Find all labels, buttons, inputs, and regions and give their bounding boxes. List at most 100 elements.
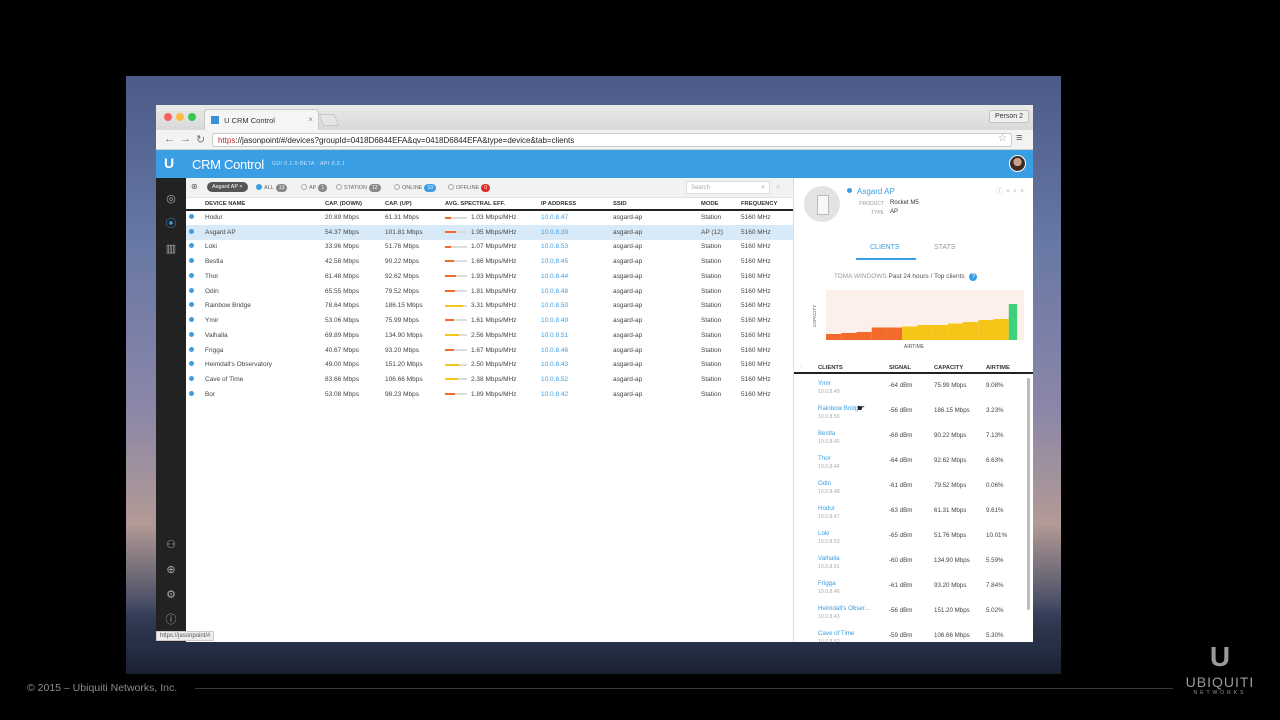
client-row[interactable]: Cave of Time 10.0.8.52 -59 dBm 106.66 Mbps 5… xyxy=(794,627,1033,642)
client-row[interactable]: Heimdall's Obser... 10.0.8.43 -56 dBm 151.2… xyxy=(794,602,1033,627)
table-row[interactable]: Thor 61.48 Mbps 92.62 Mbps 1.93 Mbps/MHz 10.… xyxy=(186,269,793,284)
tab-stats[interactable]: STATS xyxy=(934,244,956,251)
cell-ip-address[interactable]: 10.0.8.53 xyxy=(538,240,610,255)
table-row[interactable]: Odin 65.55 Mbps 79.52 Mbps 1.81 Mbps/MHz 10.… xyxy=(186,284,793,299)
search-clear-icon[interactable]: ⌕ xyxy=(776,182,780,192)
device-filter-chip[interactable]: Asgard AP × xyxy=(207,182,248,192)
client-row[interactable]: Valhalla 10.0.8.51 -60 dBm 134.90 Mbps 5.59% xyxy=(794,552,1033,577)
client-name[interactable]: Frigga xyxy=(818,580,836,587)
col-ssid[interactable]: SSID xyxy=(610,198,698,211)
crosshair-icon[interactable]: ⊕ xyxy=(164,563,178,577)
chart-bar[interactable] xyxy=(993,319,1009,340)
info-icon[interactable]: ⓘ xyxy=(996,188,1006,195)
filter-all[interactable]: ALL 13 xyxy=(256,184,288,192)
col-airtime[interactable]: AIRTIME xyxy=(986,365,1010,371)
search-icon[interactable]: ⌕ xyxy=(1013,188,1020,195)
client-name[interactable]: Hodur xyxy=(818,505,835,512)
location-icon[interactable]: ⌖ xyxy=(1006,188,1013,195)
client-row[interactable]: Bestla 10.0.8.45 -68 dBm 90.22 Mbps 7.13% xyxy=(794,427,1033,452)
client-row[interactable]: Rainbow Bridge 10.0.8.50 -56 dBm 186.15 Mbp… xyxy=(794,402,1033,427)
col-mode[interactable]: MODE xyxy=(698,198,738,211)
client-name[interactable]: Ymir xyxy=(818,380,831,387)
client-name[interactable]: Cave of Time xyxy=(818,630,854,637)
clients-scrollbar[interactable] xyxy=(1027,378,1030,610)
sort-icon[interactable]: ↑ xyxy=(800,365,803,371)
maximize-window-icon[interactable] xyxy=(188,113,196,121)
users-icon[interactable]: ⚇ xyxy=(164,538,178,552)
col-ip[interactable]: IP ADDRESS xyxy=(538,198,610,211)
cell-ip-address[interactable]: 10.0.8.47 xyxy=(538,210,610,225)
close-window-icon[interactable] xyxy=(164,113,172,121)
chart-bar[interactable] xyxy=(932,325,948,340)
col-device-name[interactable]: DEVICE NAME xyxy=(202,198,322,211)
new-tab-button[interactable] xyxy=(318,114,340,126)
map-icon[interactable]: ▥ xyxy=(164,242,178,256)
group-filter-icon[interactable]: ⊛ xyxy=(191,182,198,191)
close-icon[interactable]: × xyxy=(1020,188,1027,195)
avatar[interactable] xyxy=(1009,155,1026,172)
filter-online[interactable]: ONLINE 13 xyxy=(394,184,437,192)
chart-bar[interactable] xyxy=(978,320,994,340)
chart-bar[interactable] xyxy=(826,334,842,340)
chart-bar[interactable] xyxy=(947,323,964,341)
chart-bar[interactable] xyxy=(871,327,887,341)
table-row[interactable]: Bestla 42.58 Mbps 90.22 Mbps 1.66 Mbps/MHz 1… xyxy=(186,254,793,269)
app-logo[interactable]: U xyxy=(164,155,174,171)
cell-ip-address[interactable]: 10.0.8.50 xyxy=(538,299,610,314)
client-row[interactable]: Frigga 10.0.8.46 -61 dBm 93.20 Mbps 7.84% xyxy=(794,577,1033,602)
cell-ip-address[interactable]: 10.0.8.44 xyxy=(538,269,610,284)
cell-ip-address[interactable]: 10.0.8.39 xyxy=(538,224,610,240)
cell-ip-address[interactable]: 10.0.8.43 xyxy=(538,358,610,373)
browser-menu-icon[interactable]: ≡ xyxy=(1016,132,1022,144)
minimize-window-icon[interactable] xyxy=(176,113,184,121)
col-frequency[interactable]: FREQUENCY xyxy=(738,198,793,211)
table-row[interactable]: Rainbow Bridge 78.64 Mbps 186.15 Mbps 3.31 … xyxy=(186,299,793,314)
col-cap-up[interactable]: CAP. (UP) xyxy=(382,198,442,211)
reload-icon[interactable]: ↻ xyxy=(196,133,205,146)
tdma-range[interactable]: Past 24 hours / Top clients xyxy=(889,273,965,280)
client-name[interactable]: Bestla xyxy=(818,430,835,437)
client-row[interactable]: Loki 10.0.8.53 -65 dBm 51.76 Mbps 10.01% xyxy=(794,527,1033,552)
client-name[interactable]: Loki xyxy=(818,530,829,537)
filter-ap[interactable]: AP 1 xyxy=(301,184,328,192)
table-row[interactable]: Heimdall's Observatory 49.00 Mbps 151.20 M… xyxy=(186,358,793,373)
client-row[interactable]: Ymir 10.0.8.49 -64 dBm 75.99 Mbps 9.08% xyxy=(794,377,1033,402)
cell-ip-address[interactable]: 10.0.8.49 xyxy=(538,313,610,328)
client-name[interactable]: Odin xyxy=(818,480,831,487)
tab-clients[interactable]: CLIENTS xyxy=(870,244,900,251)
client-name[interactable]: Valhalla xyxy=(818,555,840,562)
client-row[interactable]: Odin 10.0.8.48 -61 dBm 79.52 Mbps 0.06% xyxy=(794,477,1033,502)
panel-device-name[interactable]: Asgard AP xyxy=(857,187,895,196)
dashboard-icon[interactable]: ◎ xyxy=(164,192,178,206)
chart-bar[interactable] xyxy=(886,327,903,341)
chart-bar[interactable] xyxy=(1008,304,1018,340)
search-icon[interactable]: ⌕ xyxy=(761,184,765,192)
col-spectral-eff[interactable]: AVG. SPECTRAL EFF. xyxy=(442,198,538,211)
help-icon[interactable]: ? xyxy=(969,273,978,281)
info-icon[interactable]: ⓘ xyxy=(164,613,178,627)
cell-ip-address[interactable]: 10.0.8.52 xyxy=(538,372,610,387)
client-row[interactable]: Hodur 10.0.8.47 -63 dBm 61.31 Mbps 9.61% xyxy=(794,502,1033,527)
profile-button[interactable]: Person 2 xyxy=(988,110,1029,123)
cell-ip-address[interactable]: 10.0.8.46 xyxy=(538,343,610,358)
tab-close-icon[interactable]: × xyxy=(308,115,313,124)
col-capacity[interactable]: CAPACITY xyxy=(934,365,963,371)
table-row[interactable]: Ymir 53.06 Mbps 75.99 Mbps 1.61 Mbps/MHz 10.… xyxy=(186,313,793,328)
table-row[interactable]: Hodur 20.89 Mbps 61.31 Mbps 1.03 Mbps/MHz 10… xyxy=(186,210,793,225)
col-clients[interactable]: CLIENTS xyxy=(818,365,843,371)
address-bar[interactable]: https://jasonpoint/#/devices?groupId=041… xyxy=(212,133,1012,147)
chart-bar[interactable] xyxy=(856,332,872,340)
table-row[interactable]: Bor 53.08 Mbps 98.23 Mbps 1.89 Mbps/MHz 10.0… xyxy=(186,387,793,402)
cell-ip-address[interactable]: 10.0.8.42 xyxy=(538,387,610,402)
chart-bar[interactable] xyxy=(902,326,918,341)
browser-tab[interactable]: U CRM Control × xyxy=(204,109,319,130)
client-row[interactable]: Thor 10.0.8.44 -64 dBm 92.62 Mbps 6.63% xyxy=(794,452,1033,477)
client-name[interactable]: Thor xyxy=(818,455,831,462)
filter-offline[interactable]: OFFLINE 0 xyxy=(448,184,491,192)
forward-icon[interactable]: → xyxy=(180,133,191,145)
table-row[interactable]: Cave of Time 83.66 Mbps 106.66 Mbps 2.38 Mb… xyxy=(186,372,793,387)
table-row[interactable]: Asgard AP 54.37 Mbps 101.81 Mbps 1.95 Mbps/… xyxy=(186,224,793,240)
devices-icon[interactable]: ⦿ xyxy=(164,217,178,231)
table-row[interactable]: Valhalla 69.89 Mbps 134.90 Mbps 2.56 Mbps/M… xyxy=(186,328,793,343)
col-cap-down[interactable]: CAP. (DOWN) xyxy=(322,198,382,211)
